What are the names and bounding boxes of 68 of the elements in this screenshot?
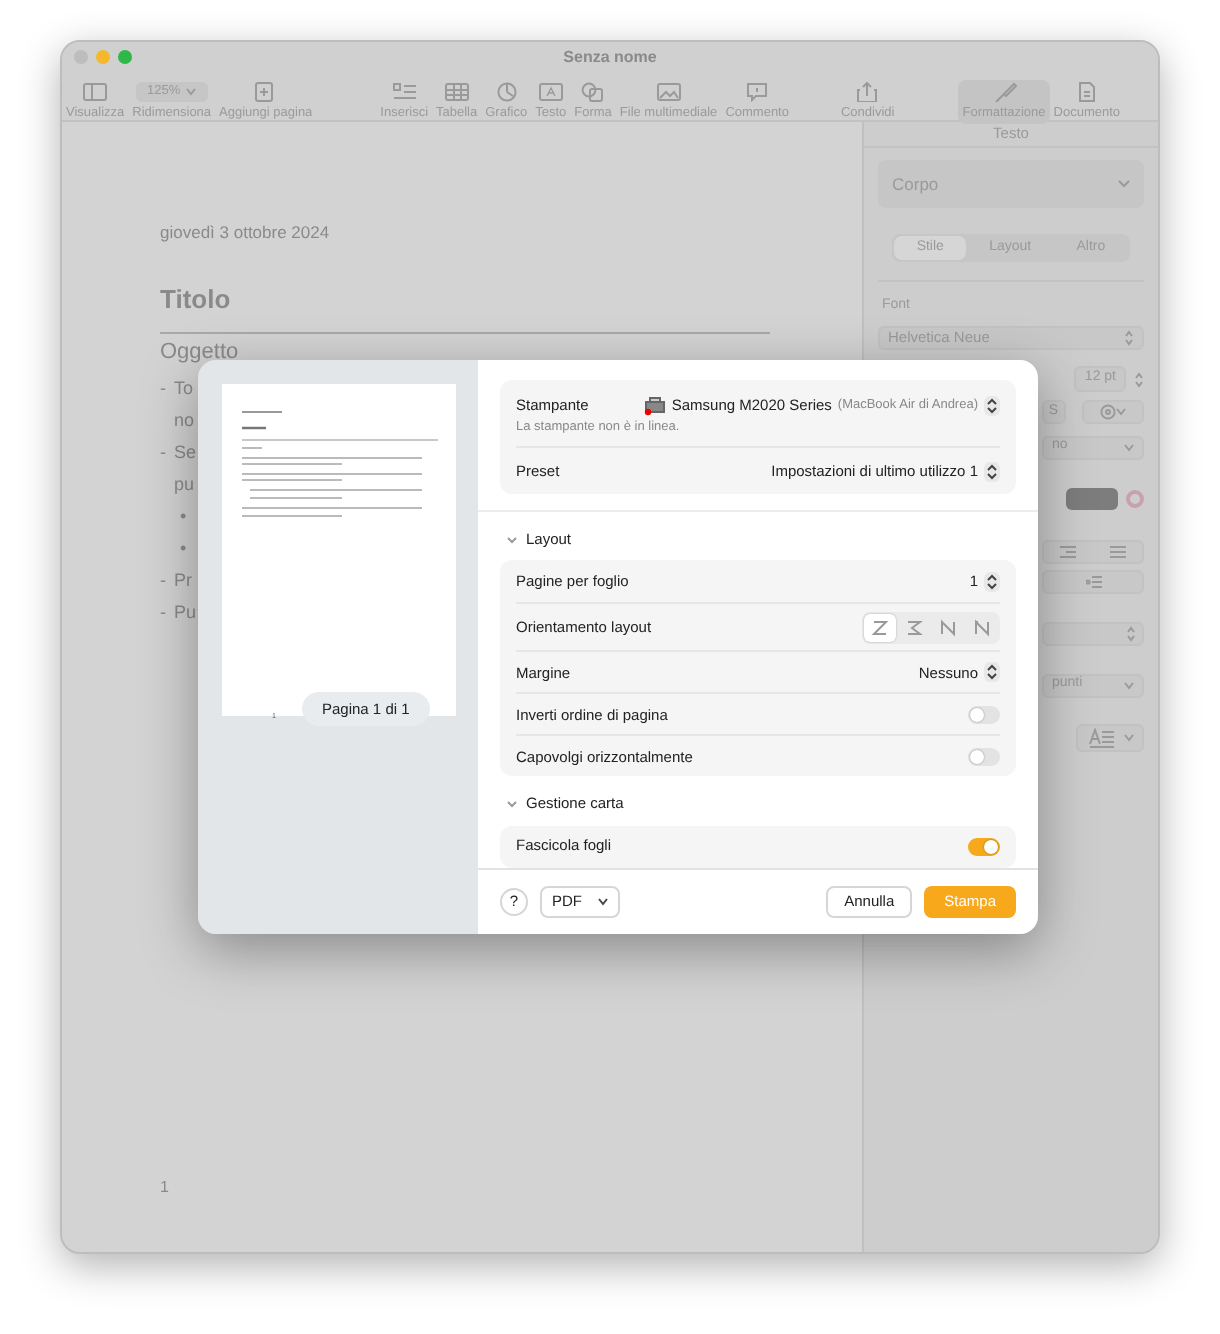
chevron-down-icon: [1115, 407, 1126, 415]
page-number: 1: [160, 1176, 169, 1200]
circle-icon: [1099, 403, 1116, 419]
chevron-down-icon: [186, 88, 197, 96]
text-style-button[interactable]: [1076, 723, 1144, 751]
bullet-list-icon: [1085, 575, 1101, 587]
image-icon: [655, 82, 682, 102]
color-wheel-icon: [1126, 490, 1144, 508]
chevron-down-icon: [1124, 443, 1134, 451]
text-style-icon: [1087, 727, 1115, 747]
justify-icon: [1109, 545, 1126, 557]
sidebar-panel-icon: [82, 82, 109, 102]
bullet-marker: -: [160, 567, 168, 594]
shapes-icon: [580, 82, 607, 102]
chevron-down-icon: [1124, 681, 1134, 689]
text-fragment: To: [174, 375, 194, 402]
speech-bubble-icon: [744, 82, 771, 102]
paintbrush-icon: [991, 82, 1017, 102]
n-reverse-icon: [972, 617, 992, 638]
document-subtitle: Oggetto: [160, 338, 241, 369]
bullet-marker: -: [160, 375, 168, 402]
window-title: Senza nome: [563, 46, 657, 68]
z-order-icon: [870, 617, 890, 638]
share-icon: [854, 82, 881, 102]
bullet-marker: -: [160, 599, 168, 626]
n-order-icon: [938, 617, 958, 638]
stepper-icon: [1134, 371, 1144, 387]
chevron-down-icon: [598, 898, 608, 906]
align-right-icon: [1060, 545, 1077, 557]
zoom-button[interactable]: [118, 50, 132, 64]
bullet-marker: -: [160, 439, 168, 466]
text-box-icon: [537, 82, 564, 102]
printer-icon: [643, 395, 666, 416]
stepper-icon: [986, 573, 998, 590]
toggle-switch[interactable]: [968, 837, 1000, 855]
indent-button[interactable]: [1042, 569, 1144, 593]
stepper-icon: [1124, 329, 1134, 345]
plus-square-icon: [252, 82, 279, 102]
document-title: Titolo: [160, 281, 233, 318]
pie-chart-icon: [493, 82, 520, 102]
stepper-icon: [986, 397, 998, 414]
alignment-buttons[interactable]: [1042, 539, 1144, 563]
bullet-marker: •: [180, 503, 189, 530]
document-date: giovedì 3 ottobre 2024: [160, 220, 332, 246]
list-icon: [391, 82, 418, 102]
minimize-button[interactable]: [96, 50, 110, 64]
color-well[interactable]: [1066, 488, 1118, 510]
document-icon: [1073, 82, 1100, 102]
chevron-down-icon: [1118, 180, 1130, 188]
orientation-option[interactable]: [864, 613, 896, 642]
text-fragment: Se: [174, 439, 197, 466]
toggle-switch[interactable]: [968, 705, 1000, 724]
chevron-down-icon: [506, 533, 518, 546]
bullet-marker: •: [180, 535, 189, 562]
text-fragment: Pr: [174, 567, 192, 594]
table-icon: [443, 82, 470, 102]
stepper-icon: [986, 463, 998, 479]
text-fragment: no: [174, 407, 195, 434]
stepper-icon: [986, 664, 998, 681]
stepper-icon: [1126, 625, 1136, 641]
toggle-switch[interactable]: [968, 747, 1000, 766]
chevron-down-icon: [1123, 733, 1133, 741]
chevron-down-icon: [506, 797, 518, 810]
text-fragment: pu: [174, 471, 195, 498]
spacing-dropdown[interactable]: [1042, 621, 1144, 645]
text-fragment: Pu: [174, 599, 197, 626]
z-reverse-icon: [904, 617, 924, 638]
text-options-button[interactable]: [1081, 399, 1144, 423]
